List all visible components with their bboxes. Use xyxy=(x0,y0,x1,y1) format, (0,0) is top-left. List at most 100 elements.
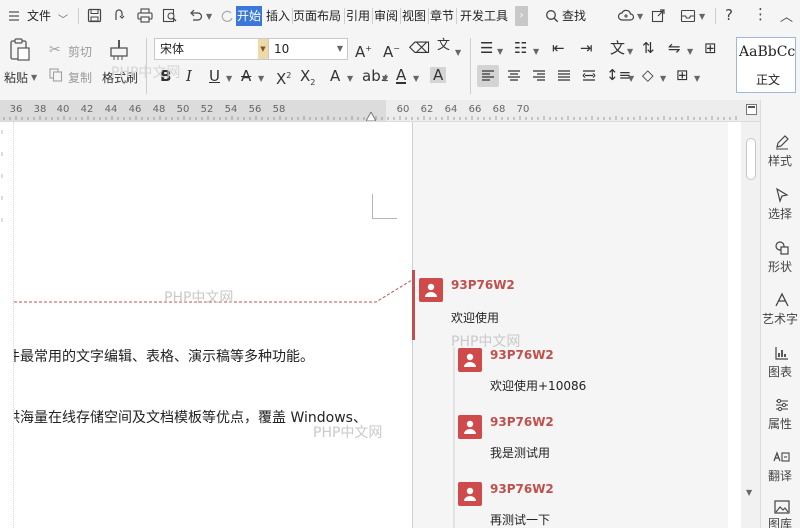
comment-card[interactable]: 93P76W2 欢迎使用 xyxy=(413,272,729,332)
task-panel-item-chart[interactable]: 图表 xyxy=(761,343,800,383)
borders-icon[interactable]: ⊞ xyxy=(676,67,689,83)
chinese-layout-icon[interactable]: 文 xyxy=(610,40,625,56)
more-options-icon[interactable]: ⋮ xyxy=(753,5,768,23)
comment-reply-card[interactable]: 93P76W2 我是测试用 xyxy=(413,409,729,469)
task-panel-item-select[interactable]: 选择 xyxy=(761,185,800,225)
decrease-indent-icon[interactable]: ⇤ xyxy=(552,40,565,56)
font-name-dropdown-icon[interactable]: ▼ xyxy=(258,39,268,59)
tab-page-layout[interactable]: 页面布局 xyxy=(293,6,341,26)
font-name-select[interactable]: 宋体 ▼ xyxy=(154,38,269,60)
print-icon[interactable] xyxy=(137,8,153,23)
phonetic-dropdown-icon[interactable]: ▼ xyxy=(455,48,461,57)
search-icon[interactable] xyxy=(545,9,559,23)
show-marks-icon[interactable]: ⇋ xyxy=(668,40,681,56)
shading-dropdown-icon[interactable]: ▼ xyxy=(660,74,666,83)
file-menu[interactable]: 文件 xyxy=(27,6,51,26)
borders-dropdown-icon[interactable]: ▼ xyxy=(694,74,700,83)
copy-icon[interactable] xyxy=(49,68,63,82)
clear-format-icon[interactable]: ⌫ xyxy=(409,40,430,56)
menu-icon[interactable] xyxy=(8,10,20,22)
underline-dropdown-icon[interactable]: ▼ xyxy=(226,74,232,83)
task-panel-item-gallery[interactable]: 图库 xyxy=(761,498,800,528)
show-marks-dropdown-icon[interactable]: ▼ xyxy=(687,47,693,56)
paste-dropdown-icon[interactable]: ▼ xyxy=(31,73,37,82)
scroll-down-arrow-icon[interactable]: ▼ xyxy=(746,488,752,497)
line-spacing-dropdown-icon[interactable]: ▼ xyxy=(628,74,634,83)
tab-insert[interactable]: 插入 xyxy=(266,6,290,26)
tab-section[interactable]: 章节 xyxy=(430,6,454,26)
cloud-sync-icon[interactable] xyxy=(617,8,635,23)
tab-references[interactable]: 引用 xyxy=(346,6,370,26)
underline-icon[interactable]: U xyxy=(209,68,220,84)
document-page[interactable]: PHP中文网 件最常用的文字编辑、表格、演示稿等多种功能。 供海量在线存储空间及… xyxy=(0,122,412,528)
cut-button[interactable]: 剪切 xyxy=(68,43,92,60)
cut-icon[interactable]: ✂ xyxy=(49,42,61,58)
share-icon[interactable] xyxy=(112,8,127,23)
inbox-dropdown-icon[interactable]: ▼ xyxy=(699,12,705,21)
text-effect-dropdown-icon[interactable]: ▼ xyxy=(347,74,353,83)
superscript-icon[interactable]: X2 xyxy=(276,68,291,87)
right-indent-marker-icon[interactable] xyxy=(366,112,376,121)
comment-text[interactable]: 再测试一下 xyxy=(490,511,550,528)
task-panel-item-translate[interactable]: 翻译 xyxy=(761,447,800,487)
comment-reply-card[interactable]: 93P76W2 再测试一下 xyxy=(413,476,729,528)
increase-indent-icon[interactable]: ⇥ xyxy=(580,40,593,56)
help-icon[interactable]: ? xyxy=(725,6,733,24)
paste-icon[interactable] xyxy=(9,38,31,62)
paste-button[interactable]: 粘贴 xyxy=(4,69,28,86)
strikethrough-icon[interactable]: A xyxy=(241,68,251,84)
task-panel-item-styles[interactable]: 样式 xyxy=(761,132,800,172)
font-color-icon[interactable]: A xyxy=(396,68,407,84)
sort-icon[interactable]: ⇅ xyxy=(642,40,655,56)
horizontal-ruler[interactable]: 36 38 40 42 44 46 48 50 52 54 56 58 60 6… xyxy=(0,100,760,122)
comment-text[interactable]: 我是测试用 xyxy=(490,444,550,461)
ruler-toggle-button[interactable] xyxy=(746,104,757,115)
save-icon[interactable] xyxy=(87,8,102,23)
undo-dropdown-icon[interactable]: ▼ xyxy=(206,12,212,21)
bullet-list-dropdown-icon[interactable]: ▼ xyxy=(497,47,503,56)
align-right-icon[interactable] xyxy=(532,69,546,83)
distributed-icon[interactable] xyxy=(582,69,596,83)
style-gallery-normal[interactable]: AaBbCc 正文 xyxy=(736,37,796,93)
shrink-font-icon[interactable]: A− xyxy=(383,41,400,60)
inbox-icon[interactable] xyxy=(680,8,696,23)
task-panel-item-shapes[interactable]: 形状 xyxy=(761,238,800,278)
grow-font-icon[interactable]: A+ xyxy=(355,41,372,60)
tab-developer[interactable]: 开发工具 xyxy=(460,6,508,26)
strikethrough-dropdown-icon[interactable]: ▼ xyxy=(258,74,264,83)
font-color-dropdown-icon[interactable]: ▼ xyxy=(413,74,419,83)
export-icon[interactable] xyxy=(651,8,666,23)
document-text-line[interactable]: 件最常用的文字编辑、表格、演示稿等多种功能。 xyxy=(6,346,314,366)
collapse-ribbon-icon[interactable]: ︿ xyxy=(780,6,793,25)
align-left-button[interactable] xyxy=(477,65,499,87)
comment-reply-card[interactable]: 93P76W2 欢迎使用+10086 xyxy=(413,342,729,402)
phonetic-guide-icon[interactable]: 文 xyxy=(437,38,450,54)
italic-icon[interactable]: I xyxy=(186,68,192,84)
table-border-icon[interactable]: ⊞ xyxy=(704,40,717,56)
chevron-down-icon[interactable]: ﹀ xyxy=(58,11,68,26)
subscript-icon[interactable]: X2 xyxy=(300,68,315,91)
bullet-list-icon[interactable]: ☰ xyxy=(480,40,493,56)
comment-text[interactable]: 欢迎使用+10086 xyxy=(490,377,586,394)
numbered-list-dropdown-icon[interactable]: ▼ xyxy=(533,47,539,56)
character-shading-icon[interactable]: A xyxy=(430,67,447,83)
shading-icon[interactable]: ◇ xyxy=(642,67,654,83)
highlight-dropdown-icon[interactable]: ▼ xyxy=(382,74,388,83)
tab-home[interactable]: 开始 xyxy=(236,6,263,26)
tab-view[interactable]: 视图 xyxy=(402,6,426,26)
search-label[interactable]: 查找 xyxy=(562,6,586,26)
format-painter-icon[interactable] xyxy=(108,38,130,62)
text-effect-icon[interactable]: A xyxy=(330,68,340,84)
chinese-layout-dropdown-icon[interactable]: ▼ xyxy=(627,47,633,56)
font-size-select[interactable]: 10 ▼ xyxy=(268,38,348,60)
tab-review[interactable]: 审阅 xyxy=(374,6,398,26)
task-panel-item-wordart[interactable]: 艺术字 xyxy=(761,290,800,330)
task-panel-item-properties[interactable]: 属性 xyxy=(761,395,800,435)
font-size-dropdown-icon[interactable]: ▼ xyxy=(337,39,343,59)
cloud-dropdown-icon[interactable]: ▼ xyxy=(637,12,643,21)
comment-text[interactable]: 欢迎使用 xyxy=(451,309,499,326)
redo-icon[interactable] xyxy=(220,9,234,23)
numbered-list-icon[interactable]: ☷ xyxy=(514,40,527,56)
copy-button[interactable]: 复制 xyxy=(68,69,92,86)
tabs-scroll-right-button[interactable]: › xyxy=(515,6,528,26)
